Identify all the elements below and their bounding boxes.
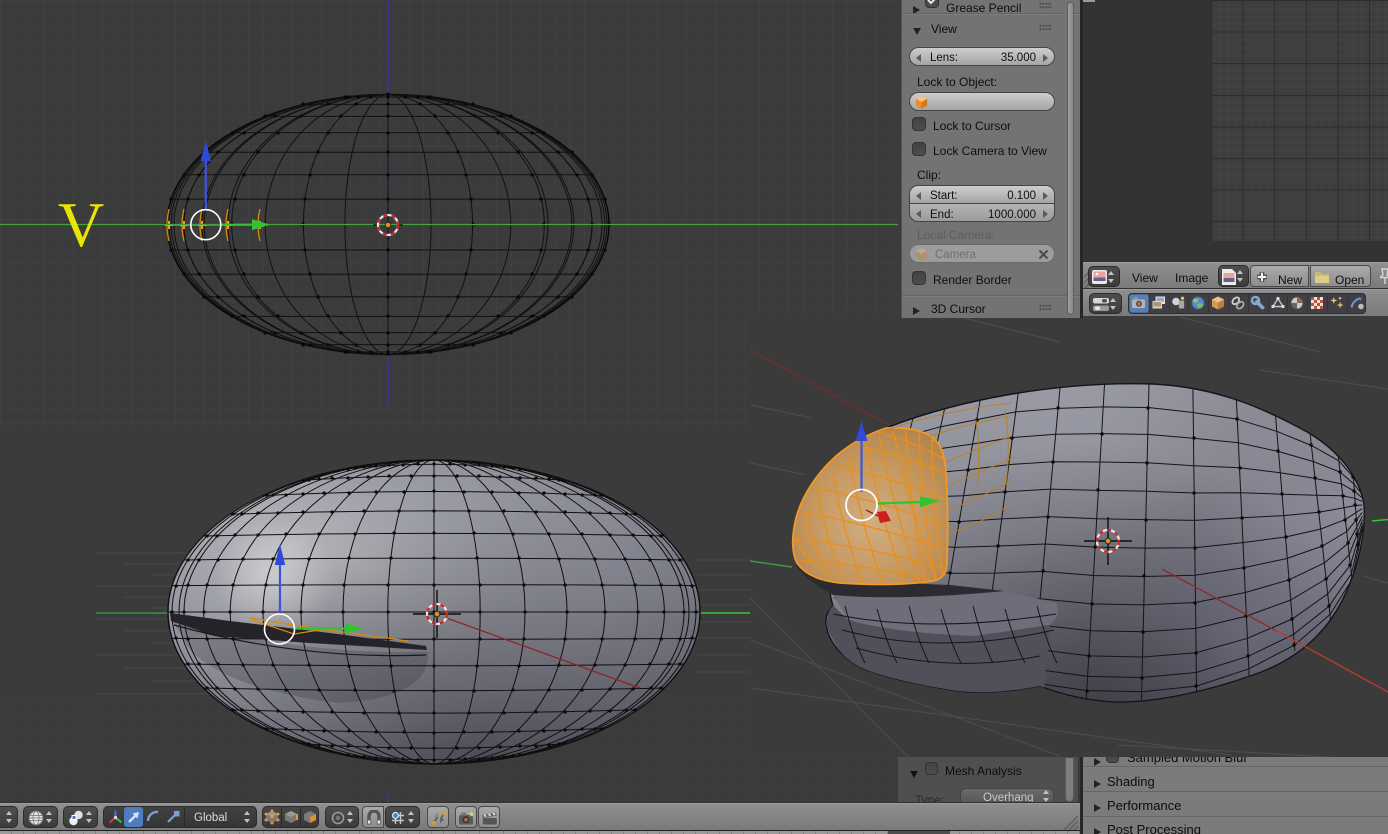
svg-text:V: V — [58, 189, 104, 260]
